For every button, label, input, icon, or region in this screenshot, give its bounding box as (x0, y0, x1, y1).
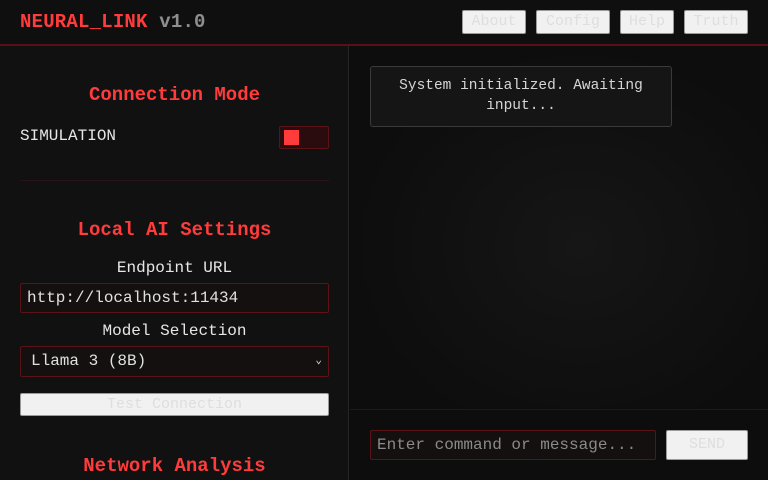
endpoint-url-label: Endpoint URL (116, 259, 233, 277)
model-selection-label: Model Selection (102, 322, 247, 340)
command-bar: SEND (350, 409, 768, 480)
settings-sidebar: Connection Mode SIMULATION Local AI Sett… (0, 46, 349, 480)
simulation-toggle[interactable] (279, 126, 329, 149)
chat-area: System initialized. Awaiting input... (350, 46, 768, 409)
nav-about-button[interactable]: About (462, 10, 526, 34)
nav-truth-button[interactable]: Truth (684, 10, 748, 34)
app-brand: NEURAL_LINK v1.0 (20, 11, 206, 33)
section-divider (20, 180, 329, 181)
toggle-knob (284, 130, 299, 145)
send-button[interactable]: SEND (666, 430, 748, 460)
model-select-value: Llama 3 (8B) (31, 352, 147, 370)
app-name: NEURAL_LINK (20, 11, 148, 33)
model-select[interactable]: Llama 3 (8B) ⌄ (20, 346, 329, 377)
local-ai-settings-title: Local AI Settings (77, 219, 272, 241)
system-message: System initialized. Awaiting input... (370, 66, 672, 127)
command-input[interactable] (370, 430, 656, 460)
nav-help-button[interactable]: Help (620, 10, 674, 34)
network-analysis-title: Network Analysis (83, 455, 266, 477)
endpoint-url-input[interactable]: http://localhost:11434 (20, 283, 329, 313)
app-version: v1.0 (159, 11, 206, 33)
simulation-label: SIMULATION (20, 127, 117, 145)
connection-mode-title: Connection Mode (88, 84, 261, 106)
nav-config-button[interactable]: Config (536, 10, 610, 34)
chevron-down-icon: ⌄ (315, 355, 322, 367)
app-header: NEURAL_LINK v1.0 About Config Help Truth (0, 0, 768, 46)
test-connection-button[interactable]: Test Connection (20, 393, 329, 416)
